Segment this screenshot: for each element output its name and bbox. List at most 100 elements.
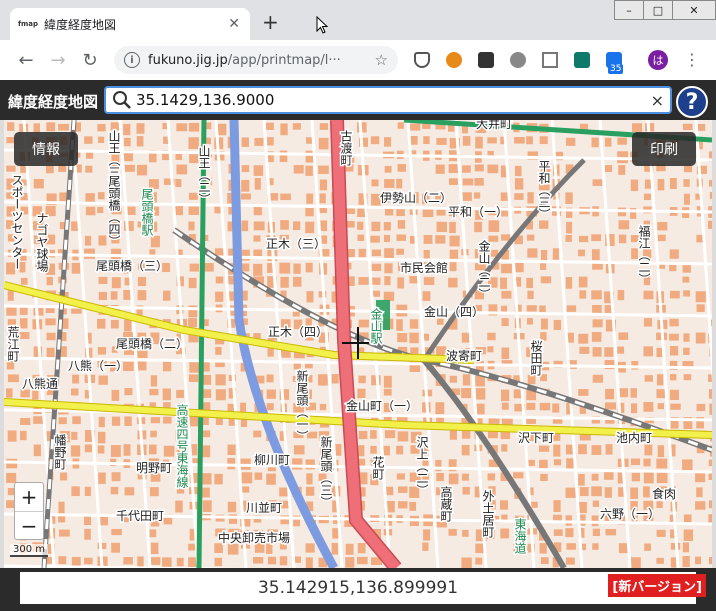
forward-icon[interactable]: → — [42, 50, 74, 71]
drive-extension-icon[interactable] — [542, 52, 558, 68]
building — [500, 389, 510, 402]
close-tab-icon[interactable]: ✕ — [228, 16, 240, 32]
building — [45, 318, 56, 326]
map-label: 山王（二） — [197, 145, 211, 205]
building — [682, 542, 690, 553]
pocket-extension-icon[interactable] — [414, 52, 430, 68]
building — [162, 388, 171, 401]
building — [604, 487, 612, 498]
building — [227, 501, 237, 513]
zoom-out-button[interactable]: − — [15, 511, 43, 539]
menu-icon[interactable]: ⋮ — [684, 50, 700, 69]
building — [358, 445, 365, 457]
building — [97, 347, 106, 355]
layers-extension-icon[interactable] — [478, 52, 494, 68]
building — [669, 249, 679, 259]
window-controls: – □ ✕ — [614, 0, 716, 20]
extension-orange-icon[interactable] — [446, 52, 462, 68]
search-box[interactable]: × — [104, 86, 672, 114]
zoom-in-button[interactable]: + — [15, 483, 43, 511]
building — [371, 221, 381, 232]
profile-avatar[interactable]: は — [648, 50, 668, 70]
building — [709, 179, 712, 187]
minor-street — [598, 120, 632, 568]
building — [592, 500, 600, 507]
map-label: 千代田町 — [116, 509, 164, 523]
building — [150, 235, 160, 248]
m-extension-icon[interactable] — [574, 52, 590, 68]
building — [19, 332, 30, 340]
new-tab-button[interactable]: + — [262, 12, 279, 32]
building — [566, 458, 574, 470]
building — [6, 388, 13, 398]
building — [137, 277, 147, 287]
new-version-link[interactable]: [新バージョン] — [608, 574, 706, 597]
building — [150, 375, 158, 387]
building — [137, 556, 144, 568]
building — [540, 473, 548, 482]
building — [656, 557, 664, 564]
building — [565, 277, 573, 289]
building — [33, 416, 44, 424]
building — [539, 445, 550, 452]
building — [591, 249, 600, 261]
building — [19, 318, 28, 329]
building — [98, 472, 106, 484]
building — [696, 304, 705, 313]
building — [46, 122, 56, 132]
bookmark-star-icon[interactable]: ☆ — [375, 51, 388, 69]
building — [84, 235, 92, 246]
building — [500, 500, 508, 510]
building — [604, 472, 614, 480]
browser-tab[interactable]: fmap 緯度経度地図 ✕ — [10, 8, 250, 40]
building — [683, 193, 690, 205]
building — [527, 374, 536, 385]
building — [410, 123, 421, 131]
building — [708, 473, 712, 480]
building — [345, 543, 354, 555]
print-button[interactable]: 印刷 — [632, 132, 696, 166]
site-info-icon[interactable]: i — [124, 52, 140, 68]
reload-icon[interactable]: ↻ — [74, 50, 106, 71]
globe-extension-icon[interactable] — [510, 52, 526, 68]
building — [370, 235, 380, 243]
building — [475, 557, 483, 565]
map-label: ナゴヤ球場 — [35, 212, 49, 273]
building — [137, 290, 147, 301]
building — [110, 291, 118, 300]
building — [617, 346, 625, 354]
building — [215, 374, 226, 386]
map-canvas[interactable]: 山王（三） 山王（二） 古渡町大井町平和（三）尾頭橋（四） 伊勢山（二）平和（一）正木… — [4, 120, 712, 568]
building — [280, 276, 289, 288]
building — [396, 473, 405, 480]
building — [124, 388, 133, 396]
help-button[interactable]: ? — [676, 86, 708, 118]
building — [319, 123, 329, 130]
address-bar[interactable]: i fukuno.jig.jp /app/printmap/l··· ☆ — [114, 46, 398, 74]
building — [514, 178, 524, 190]
building — [384, 276, 391, 286]
building — [384, 179, 395, 188]
maximize-button[interactable]: □ — [643, 0, 673, 20]
building — [462, 165, 471, 173]
browser-toolbar: ← → ↻ i fukuno.jig.jp /app/printmap/l···… — [0, 40, 716, 80]
building — [396, 445, 404, 455]
building — [592, 179, 603, 186]
app-footer: 35.142915,136.899991 [新バージョン] — [0, 568, 716, 611]
map-view[interactable]: 山王（三） 山王（二） 古渡町 大井町 平和（三） 尾頭橋（四） 伊勢山（二） 平和（一） 正木… — [4, 120, 712, 568]
building — [72, 416, 81, 425]
info-button[interactable]: 情報 — [14, 132, 78, 166]
building — [124, 137, 131, 147]
map-label: 外土居町 — [481, 490, 495, 538]
minimize-button[interactable]: – — [614, 0, 644, 20]
building — [110, 319, 119, 329]
building — [84, 528, 91, 540]
clear-search-icon[interactable]: × — [651, 91, 664, 110]
building — [202, 430, 211, 438]
close-window-button[interactable]: ✕ — [672, 0, 716, 20]
building — [682, 276, 690, 283]
building — [474, 221, 483, 233]
building — [371, 263, 382, 272]
search-input[interactable] — [136, 91, 636, 109]
back-icon[interactable]: ← — [10, 50, 42, 71]
